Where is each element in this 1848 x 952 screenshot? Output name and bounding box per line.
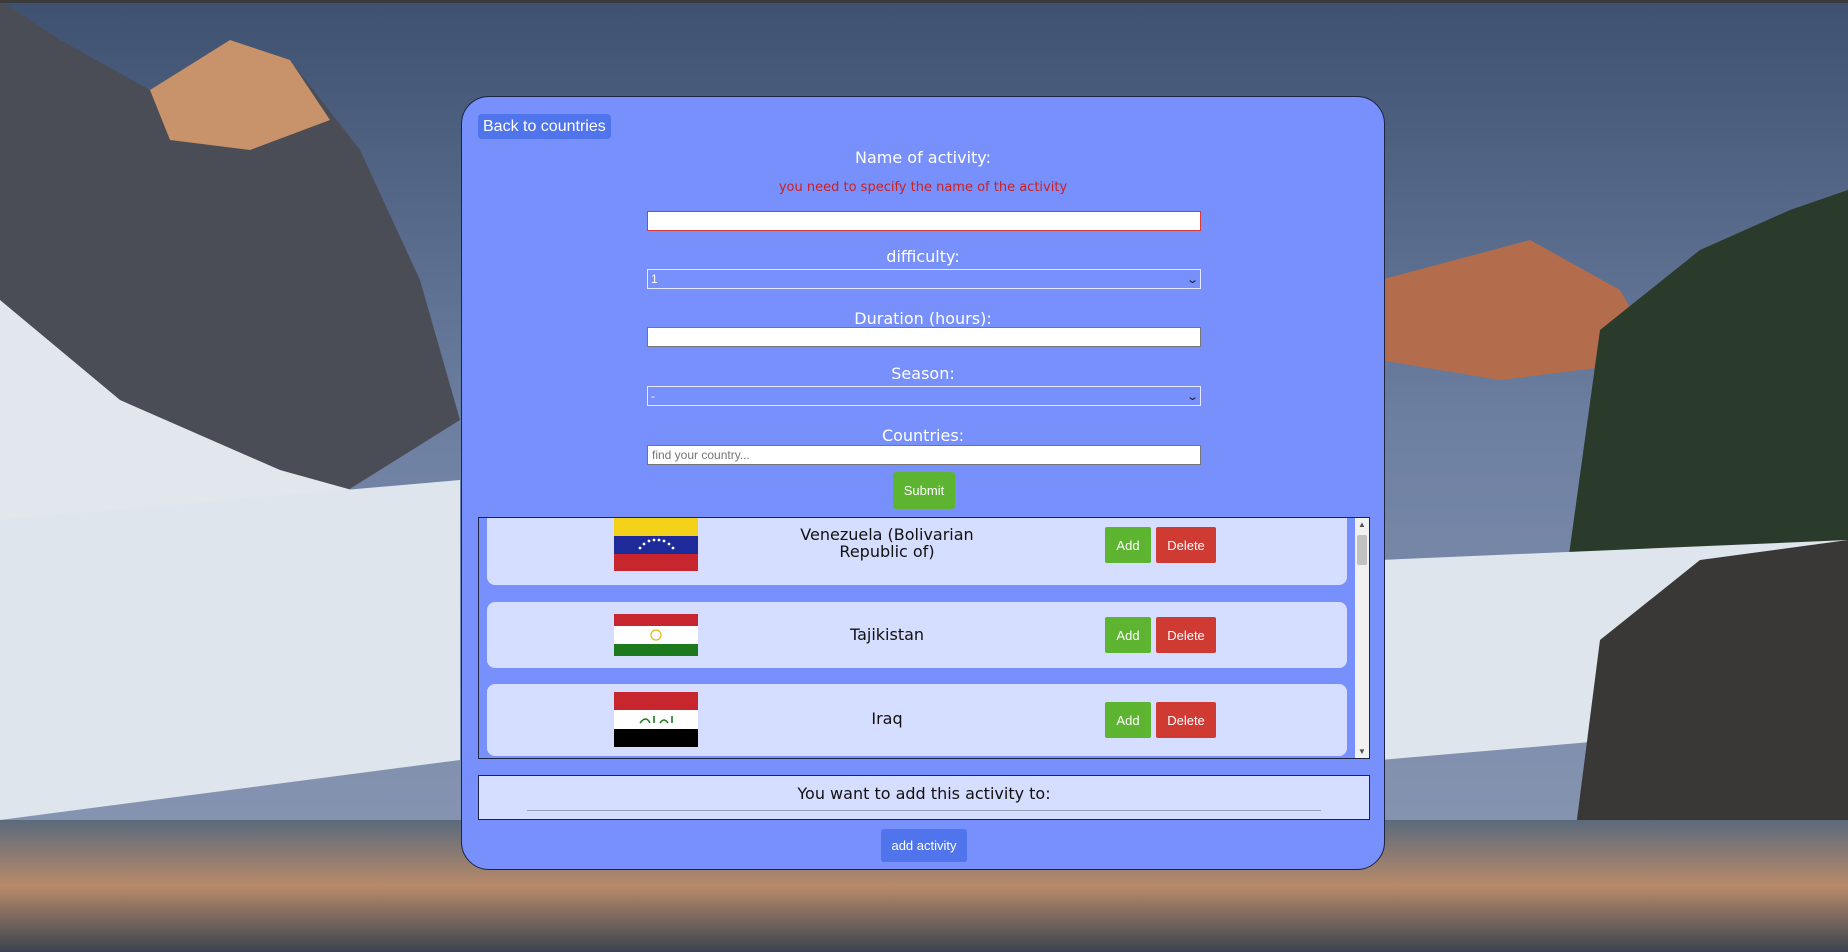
activity-form-card: Back to countries Name of activity: you …: [461, 96, 1385, 870]
venezuela-flag: [614, 518, 698, 571]
country-search-input[interactable]: find your country...: [647, 445, 1201, 465]
tajikistan-flag: [614, 614, 698, 656]
scroll-thumb[interactable]: [1357, 535, 1367, 565]
difficulty-select[interactable]: 1 ⌄: [647, 269, 1201, 289]
country-name: Tajikistan: [849, 625, 925, 644]
season-value: -: [651, 389, 655, 403]
back-to-countries-button[interactable]: Back to countries: [478, 114, 611, 139]
add-country-button[interactable]: Add: [1105, 702, 1151, 738]
submit-button[interactable]: Submit: [893, 472, 955, 509]
selected-countries-title: You want to add this activity to:: [797, 784, 1051, 803]
country-name: Iraq: [871, 709, 903, 728]
activity-name-input[interactable]: [647, 211, 1201, 231]
iraq-flag: [614, 692, 698, 747]
country-row: Tajikistan Add Delete: [487, 602, 1347, 668]
divider: [527, 810, 1321, 811]
list-scrollbar[interactable]: ▲ ▼: [1355, 518, 1369, 758]
season-label: Season:: [891, 364, 955, 383]
delete-country-button[interactable]: Delete: [1156, 702, 1216, 738]
difficulty-label: difficulty:: [886, 247, 960, 266]
duration-label: Duration (hours):: [854, 309, 992, 328]
top-border: [0, 0, 1848, 3]
delete-country-button[interactable]: Delete: [1156, 617, 1216, 653]
country-list[interactable]: Venezuela (Bolivarian Republic of) Add D…: [478, 517, 1370, 759]
add-country-button[interactable]: Add: [1105, 527, 1151, 563]
add-activity-button[interactable]: add activity: [881, 829, 967, 862]
chevron-down-icon: ⌄: [1185, 273, 1199, 286]
selected-countries-box: You want to add this activity to:: [478, 775, 1370, 820]
difficulty-value: 1: [651, 272, 658, 286]
season-select[interactable]: - ⌄: [647, 386, 1201, 406]
country-row: Venezuela (Bolivarian Republic of) Add D…: [487, 518, 1347, 585]
country-name: Venezuela (Bolivarian Republic of): [800, 525, 974, 561]
scroll-up-icon[interactable]: ▲: [1358, 520, 1366, 529]
country-row: Iraq Add Delete: [487, 684, 1347, 756]
name-label: Name of activity:: [855, 148, 991, 167]
add-country-button[interactable]: Add: [1105, 617, 1151, 653]
name-error-message: you need to specify the name of the acti…: [778, 180, 1068, 195]
countries-label: Countries:: [881, 426, 965, 445]
duration-input[interactable]: [647, 327, 1201, 347]
delete-country-button[interactable]: Delete: [1156, 527, 1216, 563]
scroll-down-icon[interactable]: ▼: [1358, 747, 1366, 756]
chevron-down-icon: ⌄: [1185, 390, 1199, 403]
